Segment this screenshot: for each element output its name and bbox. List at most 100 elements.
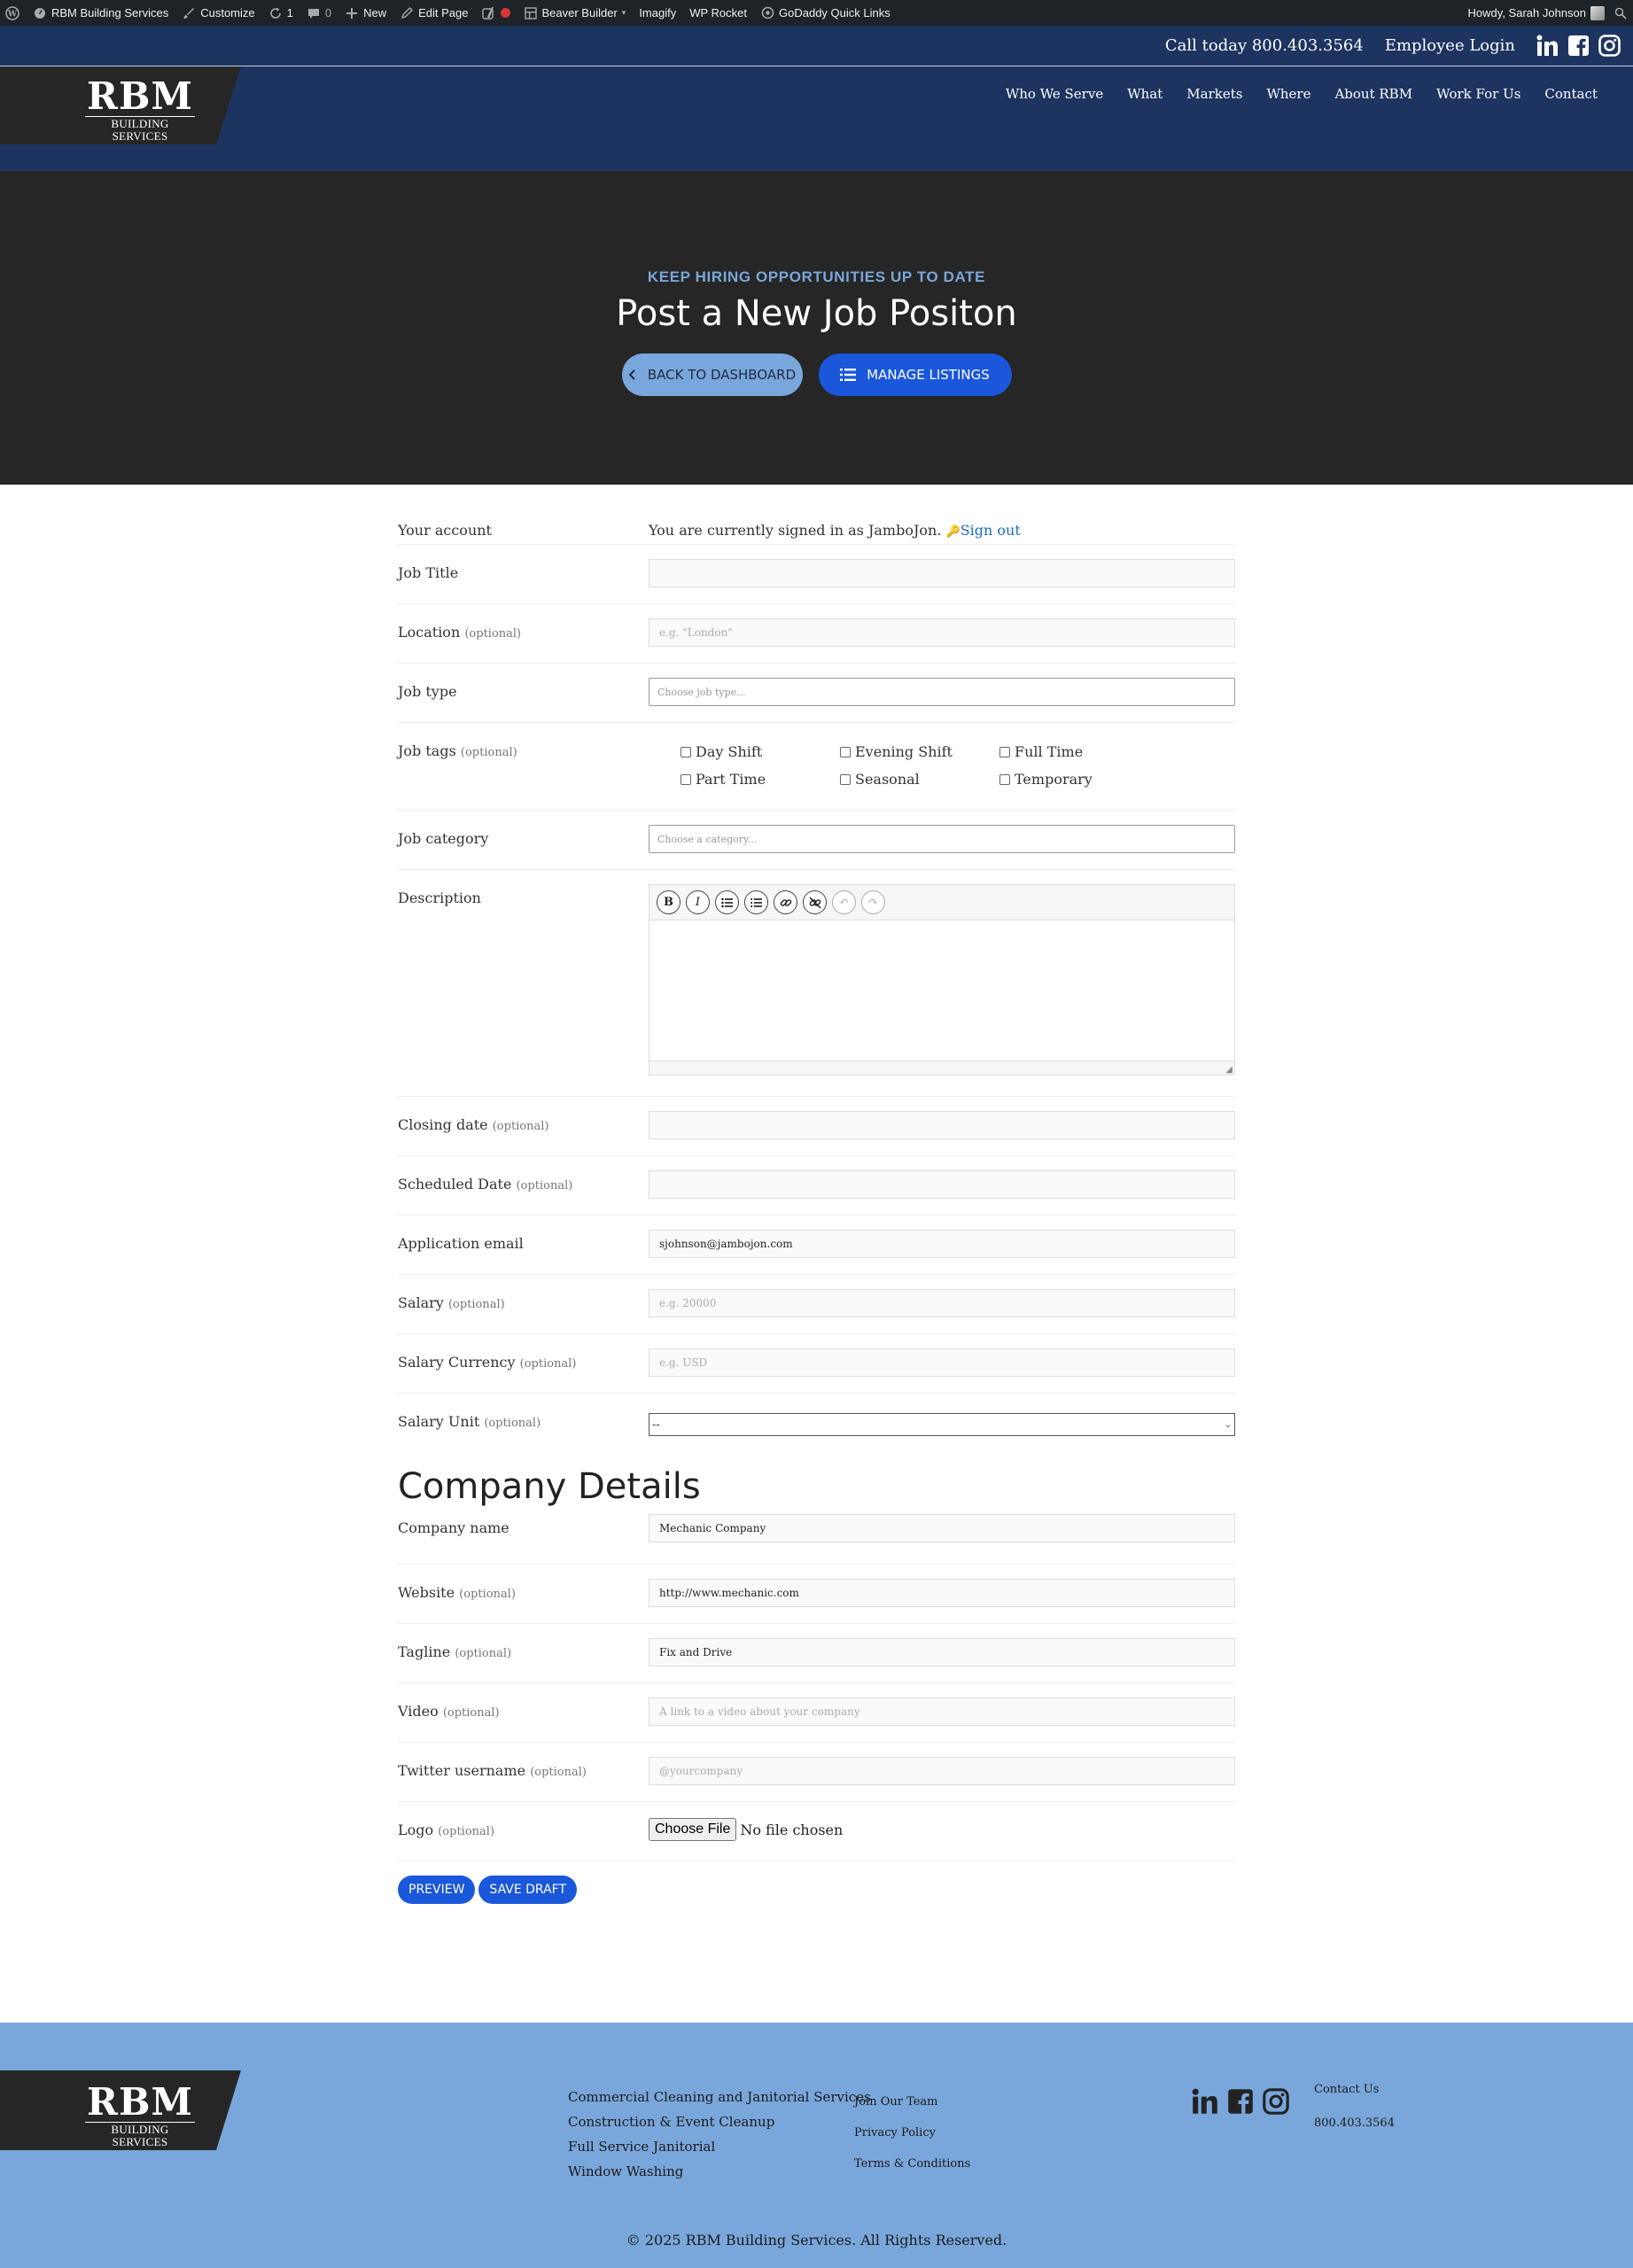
adminbar-wp-rocket[interactable]: WP Rocket xyxy=(689,6,747,19)
facebook-icon[interactable] xyxy=(1227,2088,1254,2118)
description-row: Description B I ↶ ↷ ◢ xyxy=(398,870,1235,1097)
salary-unit-select[interactable]: -- ⌄ xyxy=(649,1413,1235,1436)
website-label-text: Website xyxy=(398,1584,455,1601)
job-tags-group: Day Shift Evening Shift Full Time Part T… xyxy=(649,742,1235,788)
wp-logo-menu[interactable]: W xyxy=(5,5,19,20)
adminbar-new[interactable]: New xyxy=(345,6,386,20)
manage-listings-button[interactable]: MANAGE LISTINGS xyxy=(818,353,1012,396)
tagline-input[interactable] xyxy=(649,1638,1235,1666)
scheduled-date-input[interactable] xyxy=(649,1170,1235,1199)
choose-file-button[interactable]: Choose File xyxy=(649,1818,737,1841)
numbered-list-icon[interactable] xyxy=(744,890,768,914)
salary-unit-row: Salary Unit (optional) -- ⌄ xyxy=(398,1394,1235,1454)
search-icon[interactable] xyxy=(1614,6,1628,20)
nav-markets[interactable]: Markets xyxy=(1186,86,1242,102)
instagram-icon[interactable] xyxy=(1598,35,1621,57)
tag-evening-shift[interactable]: Evening Shift xyxy=(840,743,999,760)
checkbox[interactable] xyxy=(840,773,851,785)
checkbox[interactable] xyxy=(999,746,1010,757)
website-row: Website (optional) xyxy=(398,1565,1235,1624)
footer-service-link[interactable]: Construction & Event Cleanup xyxy=(568,2109,871,2134)
footer-phone-link[interactable]: 800.403.3564 xyxy=(1314,2117,1395,2130)
adminbar-customize[interactable]: Customize xyxy=(182,6,255,20)
adminbar-comments-count: 0 xyxy=(324,6,332,19)
job-type-select[interactable]: Choose job type... xyxy=(649,678,1235,706)
undo-icon[interactable]: ↶ xyxy=(832,890,856,914)
adminbar-yoast[interactable] xyxy=(482,6,510,20)
save-draft-button[interactable]: SAVE DRAFT xyxy=(478,1876,577,1904)
company-name-input[interactable] xyxy=(649,1514,1235,1542)
nav-contact[interactable]: Contact xyxy=(1544,86,1598,102)
footer-service-link[interactable]: Window Washing xyxy=(568,2159,871,2184)
back-to-dashboard-button[interactable]: BACK TO DASHBOARD xyxy=(621,353,803,396)
redo-icon[interactable]: ↷ xyxy=(861,890,885,914)
nav-work-for-us[interactable]: Work For Us xyxy=(1436,86,1520,102)
checkbox[interactable] xyxy=(680,773,691,785)
nav-what[interactable]: What xyxy=(1127,86,1163,102)
location-input[interactable] xyxy=(649,618,1235,647)
optional-tag: (optional) xyxy=(442,1706,500,1720)
account-label: Your account xyxy=(398,522,492,539)
bullet-list-icon[interactable] xyxy=(715,890,739,914)
adminbar-godaddy[interactable]: GoDaddy Quick Links xyxy=(760,6,890,20)
link-icon[interactable] xyxy=(774,890,797,914)
application-email-input[interactable] xyxy=(649,1230,1235,1258)
tag-day-shift[interactable]: Day Shift xyxy=(680,743,840,760)
salary-currency-label-text: Salary Currency xyxy=(398,1354,516,1371)
linkedin-icon[interactable] xyxy=(1536,35,1559,57)
tag-seasonal[interactable]: Seasonal xyxy=(840,771,999,788)
tag-part-time[interactable]: Part Time xyxy=(680,771,840,788)
checkbox[interactable] xyxy=(680,746,691,757)
nav-where[interactable]: Where xyxy=(1266,86,1310,102)
tag-temporary[interactable]: Temporary xyxy=(999,771,1159,788)
adminbar-site-name[interactable]: RBM Building Services xyxy=(33,6,168,20)
twitter-input[interactable] xyxy=(649,1757,1235,1785)
tag-full-time[interactable]: Full Time xyxy=(999,743,1159,760)
description-textarea[interactable] xyxy=(649,920,1234,1060)
unlink-icon[interactable] xyxy=(803,890,827,914)
adminbar-updates[interactable]: 1 xyxy=(268,6,293,20)
footer-service-link[interactable]: Commercial Cleaning and Janitorial Servi… xyxy=(568,2085,871,2109)
nav-about-rbm[interactable]: About RBM xyxy=(1334,86,1412,102)
salary-currency-input[interactable] xyxy=(649,1348,1235,1377)
adminbar-edit-page[interactable]: Edit Page xyxy=(400,6,469,20)
preview-button[interactable]: PREVIEW xyxy=(398,1876,476,1904)
job-category-select[interactable]: Choose a category... xyxy=(649,825,1235,853)
adminbar-updates-count: 1 xyxy=(286,6,293,19)
video-row: Video (optional) xyxy=(398,1683,1235,1743)
optional-tag: (optional) xyxy=(455,1647,512,1660)
site-logo[interactable]: RBM BUILDING SERVICES xyxy=(0,66,241,144)
closing-date-input[interactable] xyxy=(649,1111,1235,1139)
footer-terms-link[interactable]: Terms & Conditions xyxy=(854,2148,970,2179)
footer-join-our-team-link[interactable]: Join Our Team xyxy=(854,2086,970,2117)
instagram-icon[interactable] xyxy=(1263,2088,1289,2118)
adminbar-beaver-builder[interactable]: Beaver Builder ▾ xyxy=(524,6,626,20)
adminbar-imagify[interactable]: Imagify xyxy=(639,6,676,19)
footer-contact-us-link[interactable]: Contact Us xyxy=(1314,2083,1395,2096)
footer-privacy-policy-link[interactable]: Privacy Policy xyxy=(854,2117,970,2148)
footer-logo[interactable]: RBM BUILDING SERVICES xyxy=(0,2070,241,2150)
job-title-input[interactable] xyxy=(649,559,1235,587)
twitter-label: Twitter username (optional) xyxy=(398,1743,649,1801)
main-navigation: Who We Serve What Markets Where About RB… xyxy=(1006,86,1598,102)
checkbox[interactable] xyxy=(999,773,1010,785)
hero-buttons: BACK TO DASHBOARD MANAGE LISTINGS xyxy=(0,353,1633,396)
refresh-icon xyxy=(268,6,283,20)
website-input[interactable] xyxy=(649,1579,1235,1607)
checkbox[interactable] xyxy=(840,746,851,757)
salary-input[interactable] xyxy=(649,1289,1235,1317)
employee-login-link[interactable]: Employee Login xyxy=(1385,36,1515,55)
video-input[interactable] xyxy=(649,1697,1235,1726)
logo-label-text: Logo xyxy=(398,1821,434,1838)
bold-icon[interactable]: B xyxy=(657,890,680,914)
nav-who-we-serve[interactable]: Who We Serve xyxy=(1006,86,1103,102)
facebook-icon[interactable] xyxy=(1567,35,1590,57)
resize-handle-icon[interactable]: ◢ xyxy=(1225,1065,1233,1075)
call-today-text[interactable]: Call today 800.403.3564 xyxy=(1165,36,1364,55)
adminbar-comments[interactable]: 0 xyxy=(307,6,331,20)
linkedin-icon[interactable] xyxy=(1192,2088,1218,2118)
italic-icon[interactable]: I xyxy=(686,890,710,914)
adminbar-account[interactable]: Howdy, Sarah Johnson xyxy=(1468,5,1605,20)
footer-service-link[interactable]: Full Service Janitorial xyxy=(568,2134,871,2159)
sign-out-link[interactable]: Sign out xyxy=(960,522,1021,539)
